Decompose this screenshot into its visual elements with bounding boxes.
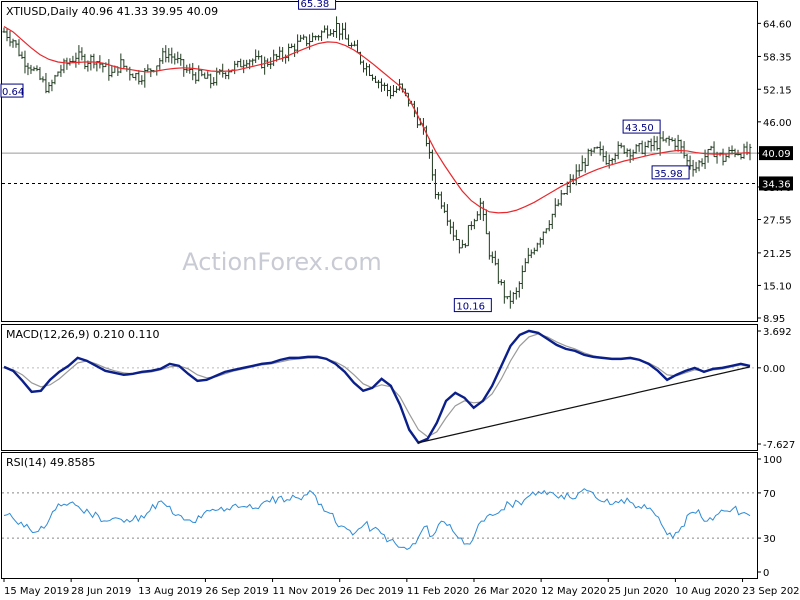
price-tick-label: 15.10 [763,281,792,292]
rsi-tick-label: 0 [763,568,769,579]
recent-high-annotation: 43.50 [622,119,661,134]
date-tick-label: 23 Sep 2020 [743,586,800,597]
support-price-tag: 34.36 [759,176,793,191]
price-tick-label: 64.60 [763,19,792,30]
price-title: XTIUSD,Daily 40.96 41.33 39.95 40.09 [6,5,218,18]
date-tick-label: 28 Jun 2019 [71,586,131,597]
rsi-tick-label: 100 [763,455,782,466]
price-tick-label: 21.25 [763,249,792,260]
date-tick-label: 26 Dec 2019 [340,586,404,597]
date-tick-label: 13 Aug 2019 [138,586,202,597]
date-tick-label: 15 May 2019 [4,586,69,597]
macd-tick-label: 0.00 [763,364,785,375]
background [0,0,800,600]
chart-root: ActionForex.com XTIUSD,Daily 40.96 41.33… [0,0,800,600]
recent-high-annotation-text: 43.50 [625,123,654,134]
macd-tick-label: 3.692 [763,327,792,338]
low-annotation: 10.16 [453,298,492,313]
date-tick-label: 10 Aug 2020 [675,586,739,597]
macd-title: MACD(12,26,9) 0.210 0.110 [6,328,160,341]
last-price-tag-text: 40.09 [762,149,791,160]
low-annotation-text: 10.16 [456,302,485,313]
date-tick-label: 25 Jun 2020 [608,586,668,597]
rsi-tick-label: 30 [763,534,776,545]
high-annotation: 65.38 [298,0,337,10]
last-price-tag: 40.09 [759,146,793,161]
date-tick-label: 26 Mar 2020 [474,586,537,597]
macd-tick-label: -7.627 [763,440,795,451]
left-edge-annotation-text: 0.64 [2,87,24,98]
price-tick-label: 27.55 [763,216,792,227]
price-tick-label: 52.15 [763,85,792,96]
high-annotation-text: 65.38 [301,0,330,10]
date-tick-label: 26 Sep 2019 [205,586,268,597]
recent-low-annotation: 35.98 [651,165,690,180]
price-tick-label: 46.00 [763,118,792,129]
date-tick-label: 12 May 2020 [541,586,606,597]
price-tick-label: 8.95 [763,314,785,325]
support-price-tag-text: 34.36 [762,179,791,190]
rsi-tick-label: 70 [763,489,776,500]
rsi-title: RSI(14) 49.8585 [6,456,95,469]
recent-low-annotation-text: 35.98 [654,169,683,180]
left-edge-annotation: 0.64 [0,83,24,98]
watermark: ActionForex.com [182,248,382,276]
date-tick-label: 11 Feb 2020 [407,586,469,597]
price-tick-label: 58.35 [763,52,792,63]
date-tick-label: 11 Nov 2019 [273,586,337,597]
